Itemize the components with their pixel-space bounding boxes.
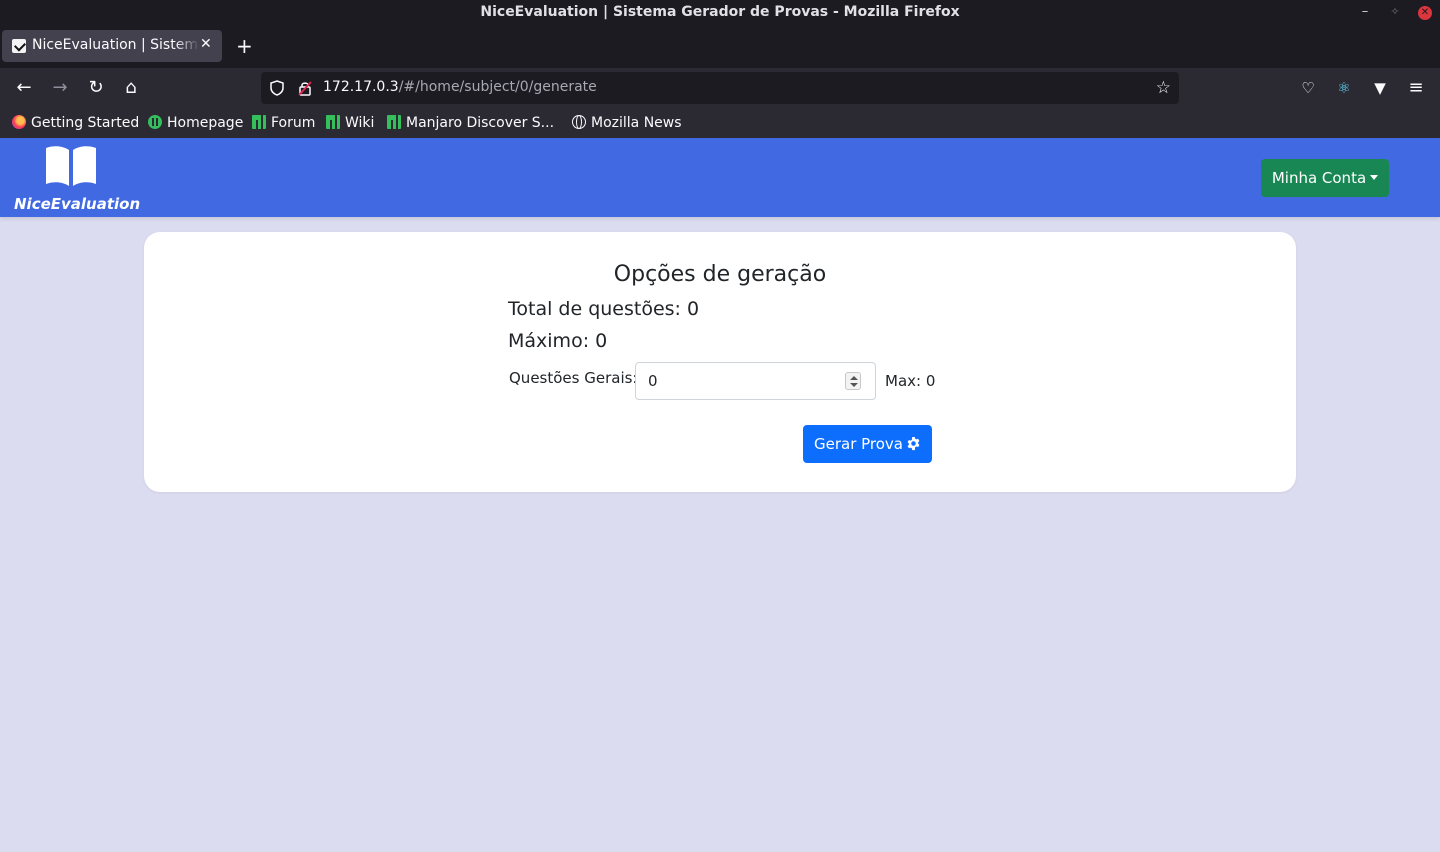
bookmark-getting-started[interactable]: Getting Started	[12, 114, 139, 132]
page-title: Opções de geração	[613, 262, 827, 287]
brand-logo[interactable]: NiceEvaluation	[14, 142, 141, 213]
react-devtools-icon[interactable]: ⚛	[1334, 78, 1354, 98]
bookmark-wiki[interactable]: Wiki	[326, 114, 374, 132]
generate-button-label: Gerar Prova	[813, 435, 903, 453]
back-button[interactable]: ←	[12, 76, 36, 100]
url-text[interactable]: 172.17.0.3/#/home/subject/0/generate	[323, 79, 597, 95]
generation-options-card: Opções de geração Total de questões: 0 M…	[144, 232, 1296, 492]
url-host: 172.17.0.3	[323, 79, 399, 95]
new-tab-button[interactable]: +	[236, 36, 253, 56]
tracking-shield-icon[interactable]	[269, 80, 285, 96]
window-titlebar: NiceEvaluation | Sistema Gerador de Prov…	[0, 0, 1440, 24]
spinner-up-icon[interactable]	[850, 376, 858, 380]
close-window-button[interactable]: ✕	[1415, 2, 1435, 22]
total-questions-text: Total de questões: 0	[508, 298, 700, 320]
manjaro-icon	[252, 115, 266, 129]
tab-close-button[interactable]: ✕	[200, 36, 212, 52]
maximize-button[interactable]: ✧	[1385, 2, 1405, 22]
bookmark-homepage[interactable]: Homepage	[148, 114, 243, 132]
window-title: NiceEvaluation | Sistema Gerador de Prov…	[480, 4, 960, 20]
tab-title: NiceEvaluation | Sistema Gerador de Prov…	[32, 37, 200, 53]
hamburger-menu-icon[interactable]: ≡	[1406, 78, 1426, 98]
general-questions-label: Questões Gerais:	[509, 369, 638, 387]
account-dropdown-button[interactable]: Minha Conta	[1261, 159, 1389, 197]
maximum-text: Máximo: 0	[508, 330, 608, 352]
account-button-label: Minha Conta	[1271, 169, 1367, 187]
bookmarks-bar: Getting Started Homepage Forum Wiki Manj…	[0, 108, 1440, 138]
insecure-lock-icon[interactable]	[297, 80, 313, 96]
globe-icon	[572, 115, 586, 129]
manjaro-icon	[326, 115, 340, 129]
app-header: NiceEvaluation Minha Conta	[0, 138, 1440, 217]
url-path: /#/home/subject/0/generate	[398, 79, 597, 95]
url-bar[interactable]: 172.17.0.3/#/home/subject/0/generate ☆	[261, 72, 1179, 104]
manjaro-icon	[387, 115, 401, 129]
close-icon: ✕	[1418, 6, 1432, 20]
caret-down-icon	[1370, 175, 1379, 180]
minimize-button[interactable]: –	[1355, 2, 1375, 22]
spinner-down-icon[interactable]	[850, 383, 858, 387]
bookmark-forum[interactable]: Forum	[252, 114, 315, 132]
generate-exam-button[interactable]: Gerar Prova	[803, 425, 932, 463]
home-button[interactable]: ⌂	[119, 76, 143, 100]
number-spinner[interactable]	[845, 372, 861, 390]
manjaro-circle-icon	[148, 115, 162, 129]
general-questions-max: Max: 0	[885, 372, 936, 390]
general-questions-value: 0	[648, 372, 658, 390]
book-icon	[46, 146, 96, 186]
tab-strip: NiceEvaluation | Sistema Gerador de Prov…	[0, 24, 1440, 68]
pocket-icon[interactable]: ♡	[1298, 78, 1318, 98]
gear-icon	[907, 436, 920, 451]
bookmark-manjaro-discover[interactable]: Manjaro Discover S...	[387, 114, 554, 132]
reload-button[interactable]: ↻	[84, 76, 108, 100]
forward-button[interactable]: →	[48, 76, 72, 100]
brand-name: NiceEvaluation	[14, 195, 141, 213]
vpn-extension-icon[interactable]: ▼	[1370, 78, 1390, 98]
nav-bar: ← → ↻ ⌂ 172.17.0.3/#/home/subject/0/gene…	[0, 68, 1440, 108]
bookmark-star-icon[interactable]: ☆	[1156, 78, 1171, 98]
general-questions-input[interactable]: 0	[635, 362, 876, 400]
firefox-icon	[12, 115, 26, 129]
browser-tab[interactable]: NiceEvaluation | Sistema Gerador de Prov…	[2, 30, 222, 62]
bookmark-mozilla-news[interactable]: Mozilla News	[572, 114, 682, 132]
favicon-icon	[12, 39, 26, 53]
